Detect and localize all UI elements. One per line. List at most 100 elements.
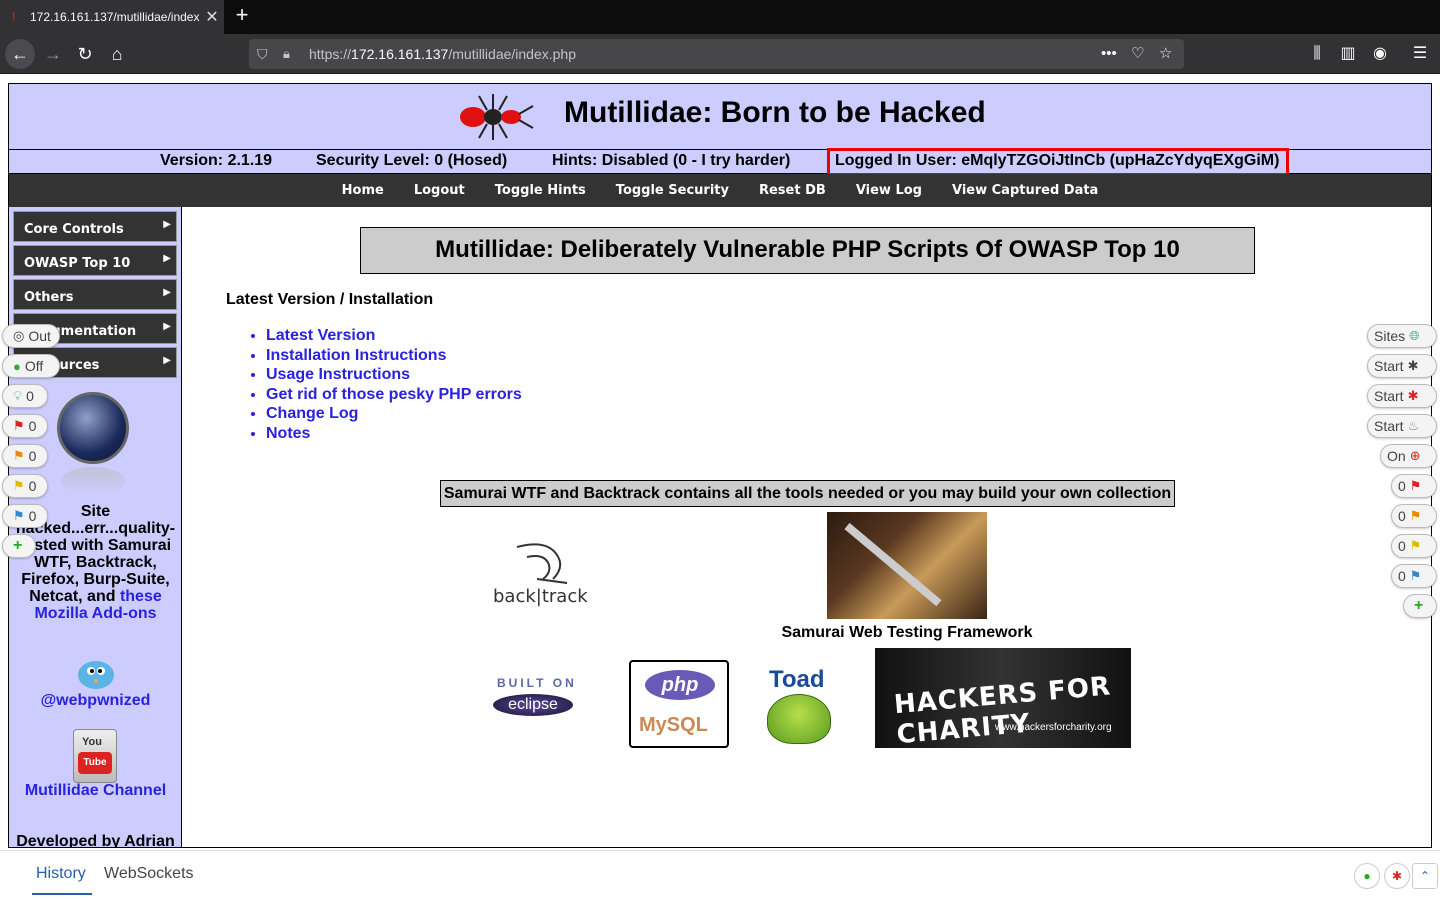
widget-label: On: [1387, 448, 1406, 464]
samurai-image[interactable]: [827, 512, 987, 619]
youtube-icon[interactable]: You Tube: [73, 729, 117, 783]
install-links: Latest Version Installation Instructions…: [249, 326, 522, 443]
link-notes[interactable]: Notes: [266, 424, 522, 444]
alert-spider-icon[interactable]: ✱: [1384, 863, 1410, 889]
widget-sites[interactable]: Sites 🌐︎: [1367, 324, 1437, 348]
owasp-logo-icon: [57, 392, 129, 464]
widget-orange-flag-count[interactable]: ⚑ 0: [2, 444, 48, 468]
new-tab-icon[interactable]: +: [230, 4, 254, 28]
widget-label: 0: [1398, 568, 1406, 584]
backtrack-text: back|track: [493, 586, 588, 607]
back-arrow-icon[interactable]: ←: [5, 39, 35, 69]
php-mysql-logo[interactable]: php MySQL: [629, 660, 729, 748]
status-bar: Version: 2.1.19 Security Level: 0 (Hosed…: [9, 148, 1431, 176]
frog-icon: [767, 694, 831, 744]
twitter-link[interactable]: @webpwnized: [9, 692, 182, 710]
chevron-right-icon: ▶: [163, 253, 171, 264]
sidebar-item-core-controls[interactable]: Core Controls ▶: [13, 211, 177, 242]
lock-icon[interactable]: 🔒︎: [283, 39, 290, 69]
tab-websockets[interactable]: WebSockets: [104, 865, 194, 883]
section-heading: Latest Version / Installation: [226, 291, 434, 308]
account-icon[interactable]: ◉: [1365, 39, 1395, 69]
menu-icon[interactable]: ☰: [1405, 39, 1435, 69]
link-change-log[interactable]: Change Log: [266, 404, 522, 424]
tab-close-icon[interactable]: ✕: [200, 7, 224, 27]
widget-red-flag-right[interactable]: 0 ⚑: [1391, 474, 1437, 498]
widget-blue-flag-right[interactable]: 0 ⚑: [1391, 564, 1437, 588]
menu-toggle-hints[interactable]: Toggle Hints: [495, 183, 586, 198]
red-flag-icon: ⚑: [13, 418, 25, 433]
link-usage-instructions[interactable]: Usage Instructions: [266, 365, 522, 385]
plus-icon: +: [13, 537, 23, 554]
red-flag-icon: ⚑: [1409, 478, 1422, 493]
sidebar-item-owasp-top-10[interactable]: OWASP Top 10 ▶: [13, 245, 177, 276]
home-icon[interactable]: ⌂: [102, 39, 132, 69]
browser-tab[interactable]: ! 172.16.161.137/mutillidae/index ✕: [0, 0, 224, 34]
widget-off[interactable]: ● Off: [2, 354, 60, 378]
widget-red-flag-count[interactable]: ⚑ 0: [2, 414, 48, 438]
mysql-text: MySQL: [639, 714, 708, 736]
widget-lightbulb-count[interactable]: 💡︎ 0: [2, 384, 48, 408]
widget-out[interactable]: ◎ Out: [2, 324, 60, 348]
tab-title: 172.16.161.137/mutillidae/index: [30, 10, 200, 24]
eclipse-logo[interactable]: BUILT ON eclipse: [489, 672, 589, 722]
bookmark-star-icon[interactable]: ☆: [1159, 39, 1172, 69]
widget-yellow-flag-right[interactable]: 0 ⚑: [1391, 534, 1437, 558]
menu-view-captured-data[interactable]: View Captured Data: [952, 183, 1098, 198]
sidebar-icon[interactable]: ▥: [1333, 39, 1363, 69]
reload-icon[interactable]: ↻: [70, 39, 100, 69]
chevron-right-icon: ▶: [163, 287, 171, 298]
crosshair-icon: ⊕: [1409, 448, 1421, 463]
menu-reset-db[interactable]: Reset DB: [759, 183, 826, 198]
url-prefix: https://: [309, 46, 352, 62]
link-php-errors[interactable]: Get rid of those pesky PHP errors: [266, 385, 522, 405]
blue-flag-icon: ⚑: [13, 508, 25, 523]
backtrack-logo[interactable]: back|track: [487, 539, 597, 609]
menu-logout[interactable]: Logout: [414, 183, 465, 198]
youtube-tube-text: Tube: [78, 752, 112, 774]
widget-start-ajax-spider[interactable]: Start ✱: [1367, 384, 1437, 408]
menu-toggle-security[interactable]: Toggle Security: [616, 183, 729, 198]
widget-label: 0: [28, 448, 37, 464]
pocket-icon[interactable]: ♡: [1131, 39, 1144, 69]
tab-history[interactable]: History: [36, 865, 86, 883]
expand-up-icon[interactable]: ⌃: [1412, 863, 1438, 889]
site-title: Mutillidae: Born to be Hacked: [564, 96, 986, 129]
widget-label: Off: [24, 358, 44, 374]
toad-logo[interactable]: Toad: [761, 666, 841, 748]
eclipse-built-on: BUILT ON: [497, 676, 577, 690]
hfc-url: www.hackersforcharity.org: [995, 722, 1112, 733]
menu-home[interactable]: Home: [342, 183, 384, 198]
ant-logo-icon: [460, 94, 534, 140]
developed-by: Developed by Adrian: [16, 833, 175, 848]
widget-add[interactable]: +: [2, 534, 36, 558]
yellow-flag-icon: ⚑: [1409, 538, 1422, 553]
flame-icon: ♨: [1407, 418, 1420, 433]
link-installation-instructions[interactable]: Installation Instructions: [266, 346, 522, 366]
yellow-flag-icon: ⚑: [13, 478, 25, 493]
library-icon[interactable]: ⫼: [1302, 39, 1332, 69]
status-green-icon[interactable]: ●: [1354, 863, 1380, 889]
sidebar-item-others[interactable]: Others ▶: [13, 279, 177, 310]
red-spider-icon: ✱: [1407, 388, 1419, 403]
menu-view-log[interactable]: View Log: [856, 183, 922, 198]
widget-start-scan[interactable]: Start ♨: [1367, 414, 1437, 438]
widget-on[interactable]: On ⊕: [1380, 444, 1437, 468]
browser-navbar: ← → ↻ ⌂ ⛉ 🔒︎ https://172.16.161.137/muti…: [0, 34, 1440, 74]
widget-blue-flag-count[interactable]: ⚑ 0: [2, 504, 48, 528]
widget-label: 0: [26, 388, 34, 404]
widget-start-spider[interactable]: Start ✱: [1367, 354, 1437, 378]
twitter-bird-icon[interactable]: [71, 657, 121, 693]
forward-arrow-icon[interactable]: →: [38, 39, 68, 69]
tracking-shield-icon[interactable]: ⛉: [257, 39, 268, 69]
lightbulb-icon: 💡︎: [13, 388, 23, 403]
widget-add-right[interactable]: +: [1403, 594, 1437, 618]
widget-orange-flag-right[interactable]: 0 ⚑: [1391, 504, 1437, 528]
link-latest-version[interactable]: Latest Version: [266, 326, 522, 346]
hackers-for-charity-logo[interactable]: HACKERS FOR CHARITY www.hackersforcharit…: [875, 648, 1131, 750]
url-bar[interactable]: ⛉ 🔒︎ https://172.16.161.137/mutillidae/i…: [249, 39, 1184, 69]
youtube-channel-link[interactable]: Mutillidae Channel: [9, 782, 182, 799]
widget-label: 0: [1398, 508, 1406, 524]
widget-yellow-flag-count[interactable]: ⚑ 0: [2, 474, 48, 498]
page-actions-icon[interactable]: •••: [1101, 39, 1117, 69]
